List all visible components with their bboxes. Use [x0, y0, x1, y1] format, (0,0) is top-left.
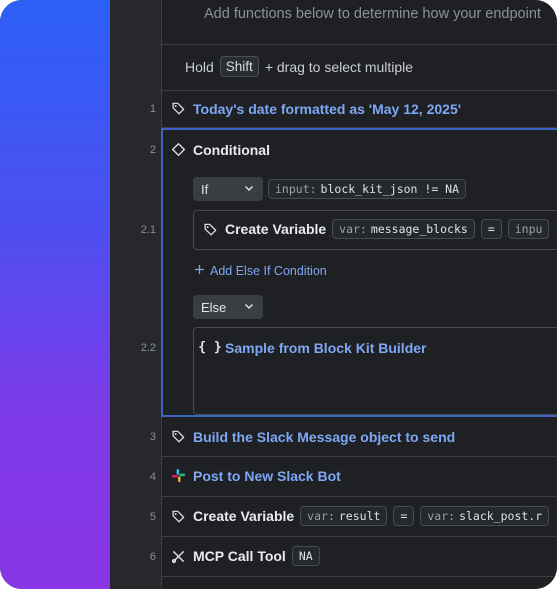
rhs-var-pill[interactable]: var: slack_post.r [420, 506, 550, 526]
step-6[interactable]: MCP Call Tool NA [170, 546, 320, 566]
divider [162, 44, 557, 45]
tools-icon [170, 548, 187, 565]
line-number: 4 [149, 471, 156, 483]
add-else-if-label: Add Else If Condition [210, 264, 327, 278]
tag-icon [170, 428, 187, 445]
divider [162, 456, 557, 457]
divider [162, 576, 557, 577]
gradient-panel [0, 0, 110, 589]
line-number: 2.1 [140, 224, 156, 236]
equals-pill: = [480, 219, 502, 239]
slack-icon [170, 467, 187, 484]
condition-value: block_kit_json != NA [320, 182, 460, 196]
step-5-label: Create Variable [193, 508, 295, 524]
equals-pill: = [393, 506, 415, 526]
create-variable-label: Create Variable [225, 221, 327, 237]
if-select-value: If [201, 181, 209, 197]
sample-label[interactable]: Sample from Block Kit Builder [225, 340, 426, 356]
condition-key: input: [275, 182, 317, 196]
plus-icon [194, 264, 205, 278]
value-pill[interactable]: inpu [507, 219, 550, 239]
tag-icon [170, 100, 187, 117]
endpoint-description: Add functions below to determine how you… [204, 6, 541, 22]
add-else-if-button[interactable]: Add Else If Condition [194, 264, 327, 278]
create-variable-step[interactable]: Create Variable var: message_blocks = in… [202, 219, 550, 239]
status-badge: NA [291, 546, 320, 566]
step-3-label[interactable]: Build the Slack Message object to send [193, 429, 455, 445]
if-select[interactable]: If [193, 177, 263, 201]
line-number: 5 [149, 511, 156, 523]
step-1[interactable]: Today's date formatted as 'May 12, 2025' [170, 100, 461, 117]
step-3[interactable]: Build the Slack Message object to send [170, 428, 455, 445]
line-number: 1 [149, 103, 156, 115]
step-5[interactable]: Create Variable var: result = var: slack… [170, 506, 550, 526]
step-4[interactable]: Post to New Slack Bot [170, 467, 341, 484]
line-gutter: 1 2 2.1 2.2 3 4 5 6 [110, 0, 162, 589]
step-2[interactable]: Conditional [170, 141, 270, 158]
line-number: 2 [149, 144, 156, 156]
var-value: message_blocks [370, 222, 468, 236]
hint-prefix: Hold [185, 58, 214, 75]
rhs-key: var: [427, 509, 456, 523]
var-key: var: [307, 509, 335, 523]
divider [162, 90, 557, 91]
tag-icon [170, 508, 187, 525]
shift-key: Shift [219, 56, 259, 77]
var-key: var: [339, 222, 367, 236]
rhs-value: slack_post.r [459, 509, 543, 523]
line-number: 6 [149, 551, 156, 563]
else-select-value: Else [201, 299, 227, 315]
divider [162, 536, 557, 537]
chevron-down-icon [243, 300, 255, 315]
else-select[interactable]: Else [193, 295, 263, 319]
result-var-pill[interactable]: var: result [300, 506, 388, 526]
step-6-label: MCP Call Tool [193, 548, 286, 564]
condition-pill[interactable]: input: block_kit_json != NA [268, 179, 467, 199]
app-frame: 1 2 2.1 2.2 3 4 5 6 Add functions below … [0, 0, 557, 589]
sample-step[interactable]: { } Sample from Block Kit Builder [198, 339, 426, 356]
divider [162, 496, 557, 497]
multi-select-hint: Hold Shift + drag to select multiple [185, 56, 413, 77]
diamond-icon [170, 141, 187, 158]
var-value: result [338, 509, 381, 523]
line-number: 3 [149, 431, 156, 443]
step-1-label[interactable]: Today's date formatted as 'May 12, 2025' [193, 101, 461, 117]
chevron-down-icon [243, 182, 255, 197]
equals-sign: = [487, 222, 495, 236]
hint-suffix: + drag to select multiple [264, 58, 414, 75]
step-4-label[interactable]: Post to New Slack Bot [193, 468, 341, 484]
rhs-value: inpu [514, 222, 543, 236]
line-number: 2.2 [140, 342, 156, 354]
braces-icon: { } [198, 340, 222, 355]
step-2-label: Conditional [193, 141, 270, 158]
variable-name-pill[interactable]: var: message_blocks [332, 219, 475, 239]
equals-sign: = [400, 509, 408, 523]
badge-text: NA [298, 549, 313, 563]
tag-icon [202, 221, 219, 238]
